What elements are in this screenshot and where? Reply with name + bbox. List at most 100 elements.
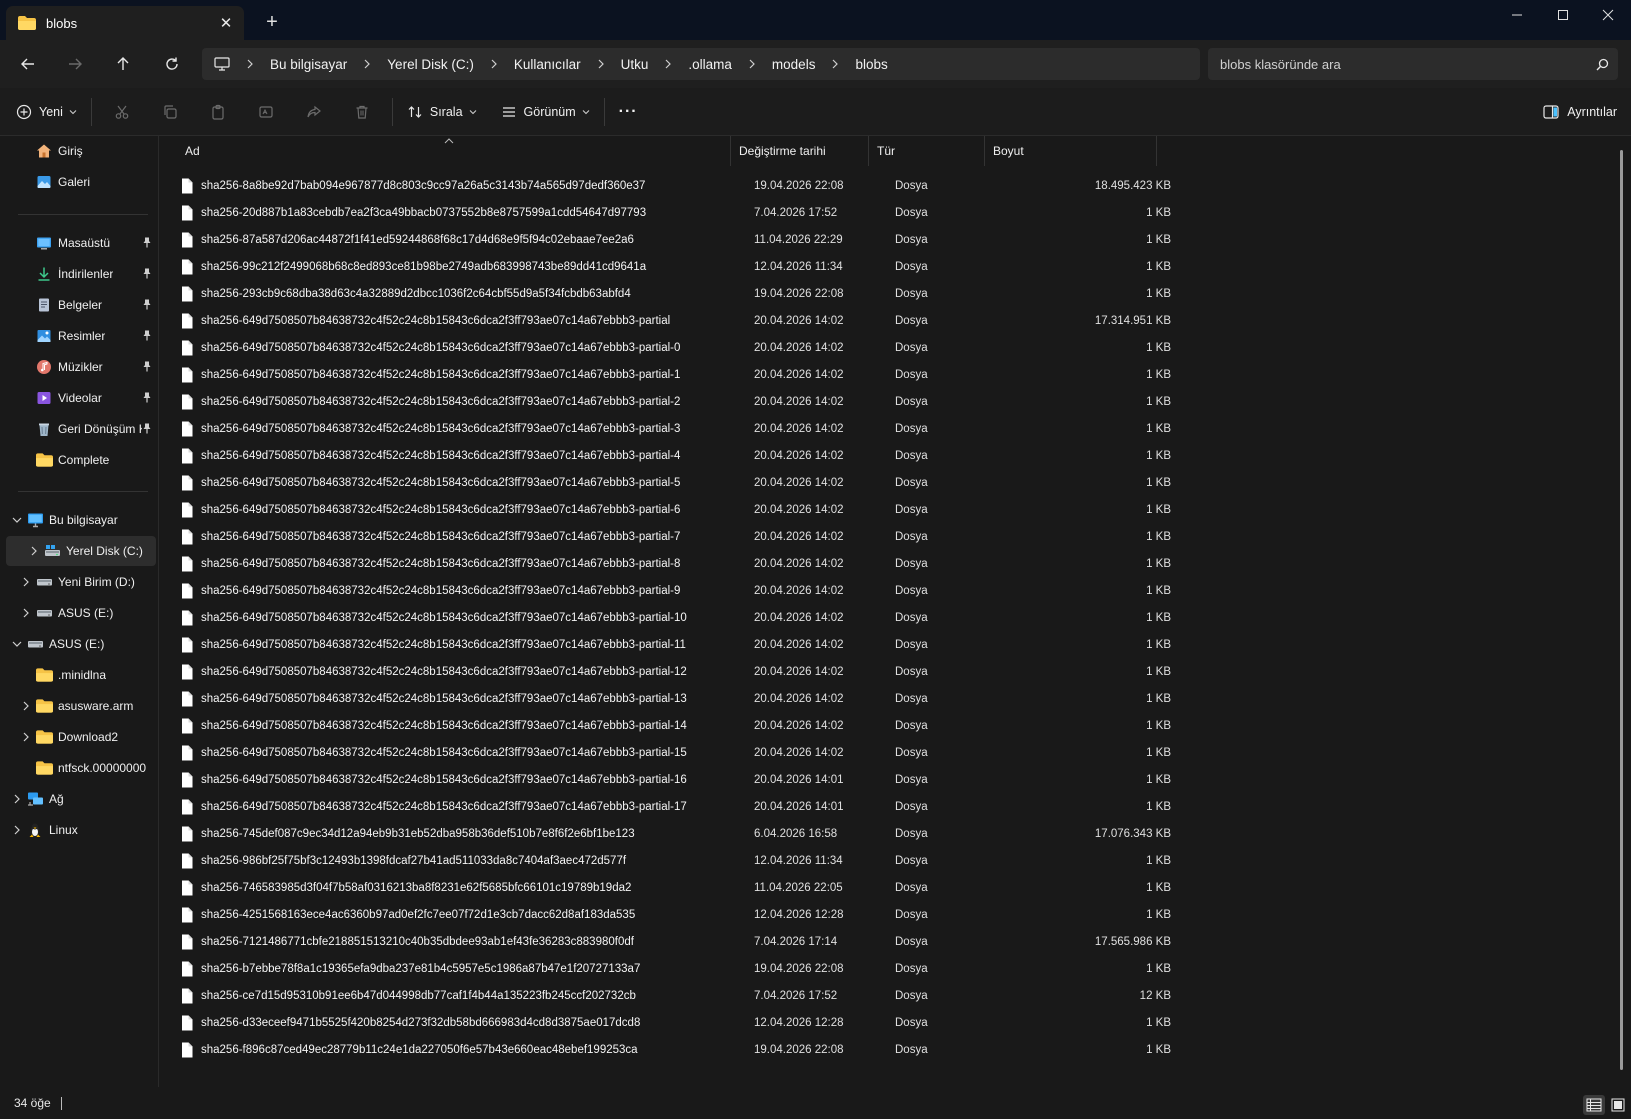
pin-icon[interactable] [142, 361, 152, 375]
file-row[interactable]: sha256-746583985d3f04f7b58af0316213ba8f8… [159, 874, 1171, 901]
sidebar-item[interactable]: ASUS (E:) [0, 629, 158, 659]
cut-icon[interactable] [98, 96, 146, 128]
chevron-right-icon[interactable] [17, 608, 35, 618]
tab-close-icon[interactable]: ✕ [212, 14, 240, 32]
chevron-right-icon[interactable] [8, 794, 26, 804]
sidebar-item[interactable]: Download2 [0, 722, 158, 752]
sidebar-item[interactable]: Bu bilgisayar [0, 505, 158, 535]
breadcrumb-item[interactable]: Yerel Disk (C:) [387, 57, 474, 72]
file-row[interactable]: sha256-649d7508507b84638732c4f52c24c8b15… [159, 334, 1171, 361]
sidebar-item[interactable]: İndirilenler [0, 259, 158, 289]
file-row[interactable]: sha256-649d7508507b84638732c4f52c24c8b15… [159, 442, 1171, 469]
search-box[interactable] [1208, 48, 1618, 80]
file-row[interactable]: sha256-649d7508507b84638732c4f52c24c8b15… [159, 793, 1171, 820]
forward-arrow-icon[interactable] [60, 49, 90, 79]
breadcrumb-item[interactable]: Utku [621, 57, 649, 72]
chevron-right-icon[interactable] [8, 825, 26, 835]
breadcrumb-chevron-icon[interactable] [597, 59, 605, 69]
sidebar-item[interactable]: asusware.arm [0, 691, 158, 721]
file-row[interactable]: sha256-649d7508507b84638732c4f52c24c8b15… [159, 685, 1171, 712]
paste-icon[interactable] [194, 96, 242, 128]
sidebar-item[interactable]: Complete [0, 445, 158, 475]
delete-icon[interactable] [338, 96, 386, 128]
column-size[interactable]: Boyut [985, 136, 1157, 166]
file-row[interactable]: sha256-649d7508507b84638732c4f52c24c8b15… [159, 307, 1171, 334]
file-row[interactable]: sha256-99c212f2499068b68c8ed893ce81b98be… [159, 253, 1171, 280]
file-row[interactable]: sha256-b7ebbe78f8a1c19365efa9dba237e81b4… [159, 955, 1171, 982]
more-options-button[interactable]: ··· [611, 96, 646, 128]
breadcrumb-chevron-icon[interactable] [490, 59, 498, 69]
back-arrow-icon[interactable] [13, 49, 43, 79]
breadcrumb-chevron-icon[interactable] [246, 59, 254, 69]
chevron-right-icon[interactable] [25, 546, 43, 556]
pin-icon[interactable] [142, 330, 152, 344]
file-row[interactable]: sha256-649d7508507b84638732c4f52c24c8b15… [159, 388, 1171, 415]
sidebar-item[interactable]: Videolar [0, 383, 158, 413]
breadcrumb-item[interactable]: .ollama [688, 57, 732, 72]
file-row[interactable]: sha256-293cb9c68dba38d63c4a32889d2dbcc10… [159, 280, 1171, 307]
column-type[interactable]: Tür [869, 136, 985, 166]
sidebar-item[interactable]: Masaüstü [0, 228, 158, 258]
sidebar-item[interactable]: Galeri [0, 167, 158, 197]
pin-icon[interactable] [142, 423, 152, 437]
file-row[interactable]: sha256-87a587d206ac44872f1f41ed59244868f… [159, 226, 1171, 253]
file-row[interactable]: sha256-ce7d15d95310b91ee6b47d044998db77c… [159, 982, 1171, 1009]
view-button[interactable]: Görünüm [493, 96, 598, 128]
file-row[interactable]: sha256-649d7508507b84638732c4f52c24c8b15… [159, 766, 1171, 793]
new-button[interactable]: Yeni [8, 96, 85, 128]
sidebar-item[interactable]: Belgeler [0, 290, 158, 320]
breadcrumb-item[interactable]: Kullanıcılar [514, 57, 581, 72]
sidebar-item[interactable]: ntfsck.00000000 [0, 753, 158, 783]
file-row[interactable]: sha256-649d7508507b84638732c4f52c24c8b15… [159, 577, 1171, 604]
tab-blobs[interactable]: blobs ✕ [6, 6, 244, 40]
close-window-icon[interactable] [1585, 0, 1631, 30]
file-row[interactable]: sha256-649d7508507b84638732c4f52c24c8b15… [159, 496, 1171, 523]
breadcrumb-item[interactable]: blobs [855, 57, 887, 72]
sidebar-item[interactable]: Müzikler [0, 352, 158, 382]
file-row[interactable]: sha256-649d7508507b84638732c4f52c24c8b15… [159, 739, 1171, 766]
rename-icon[interactable] [242, 96, 290, 128]
pin-icon[interactable] [142, 237, 152, 251]
maximize-icon[interactable] [1540, 0, 1586, 30]
column-date[interactable]: Değiştirme tarihi [731, 136, 869, 166]
file-row[interactable]: sha256-8a8be92d7bab094e967877d8c803c9cc9… [159, 172, 1171, 199]
file-row[interactable]: sha256-649d7508507b84638732c4f52c24c8b15… [159, 658, 1171, 685]
breadcrumb-chevron-icon[interactable] [664, 59, 672, 69]
breadcrumb-chevron-icon[interactable] [363, 59, 371, 69]
chevron-down-icon[interactable] [8, 516, 26, 524]
share-icon[interactable] [290, 96, 338, 128]
file-row[interactable]: sha256-649d7508507b84638732c4f52c24c8b15… [159, 361, 1171, 388]
sidebar-item[interactable]: Yerel Disk (C:) [6, 536, 156, 566]
file-row[interactable]: sha256-649d7508507b84638732c4f52c24c8b15… [159, 550, 1171, 577]
chevron-right-icon[interactable] [17, 577, 35, 587]
file-row[interactable]: sha256-7121486771cbfe218851513210c40b35d… [159, 928, 1171, 955]
sidebar-item[interactable]: Yeni Birim (D:) [0, 567, 158, 597]
file-row[interactable]: sha256-649d7508507b84638732c4f52c24c8b15… [159, 712, 1171, 739]
file-row[interactable]: sha256-649d7508507b84638732c4f52c24c8b15… [159, 469, 1171, 496]
file-row[interactable]: sha256-649d7508507b84638732c4f52c24c8b15… [159, 415, 1171, 442]
sidebar-item[interactable]: Linux [0, 815, 158, 845]
sidebar-item[interactable]: Geri Dönüşüm Kutusu [0, 414, 158, 444]
file-row[interactable]: sha256-649d7508507b84638732c4f52c24c8b15… [159, 631, 1171, 658]
search-icon[interactable] [1586, 58, 1618, 71]
minimize-icon[interactable] [1494, 0, 1540, 30]
file-row[interactable]: sha256-d33eceef9471b5525f420b8254d273f32… [159, 1009, 1171, 1036]
address-bar[interactable]: Bu bilgisayar Yerel Disk (C:) Kullanıcılar… [202, 48, 1200, 80]
sidebar-item[interactable]: ASUS (E:) [0, 598, 158, 628]
sidebar-item[interactable]: .minidlna [0, 660, 158, 690]
up-arrow-icon[interactable] [108, 49, 138, 79]
vertical-scrollbar[interactable] [1620, 150, 1623, 1070]
pin-icon[interactable] [142, 268, 152, 282]
search-input[interactable] [1220, 56, 1586, 72]
details-view-icon[interactable] [1583, 1095, 1605, 1115]
sidebar-item[interactable]: Resimler [0, 321, 158, 351]
file-row[interactable]: sha256-745def087c9ec34d12a94eb9b31eb52db… [159, 820, 1171, 847]
file-row[interactable]: sha256-649d7508507b84638732c4f52c24c8b15… [159, 523, 1171, 550]
chevron-right-icon[interactable] [17, 732, 35, 742]
file-row[interactable]: sha256-986bf25f75bf3c12493b1398fdcaf27b4… [159, 847, 1171, 874]
large-icons-view-icon[interactable] [1607, 1095, 1629, 1115]
sidebar-item[interactable]: Ağ [0, 784, 158, 814]
pin-icon[interactable] [142, 392, 152, 406]
sidebar-item[interactable]: Giriş [0, 136, 158, 166]
breadcrumb-item[interactable]: models [772, 57, 816, 72]
